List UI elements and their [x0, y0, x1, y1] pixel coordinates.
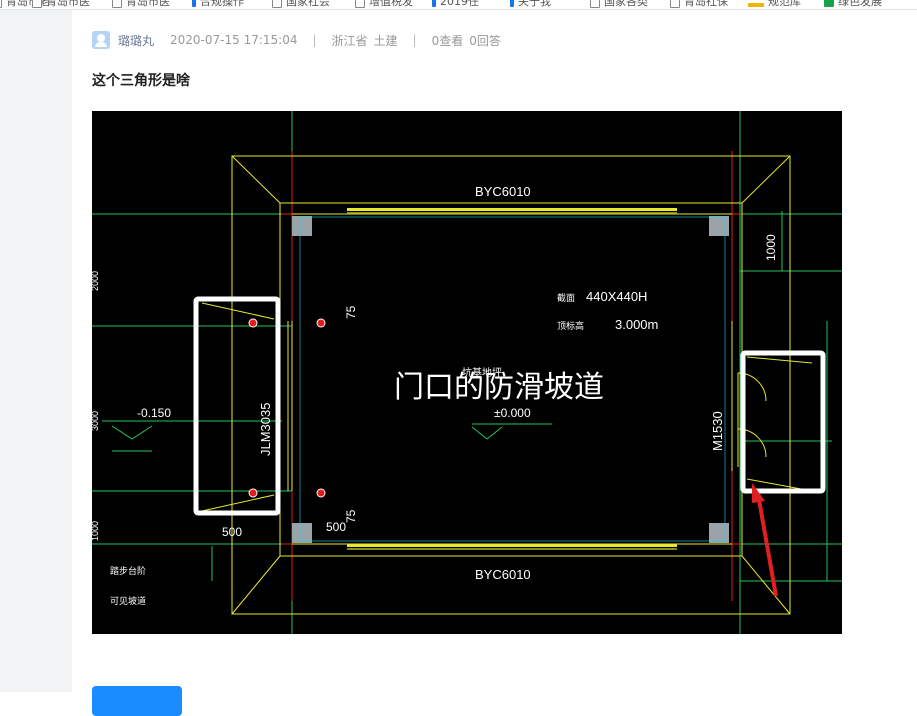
side-dim-3000: 3000 — [92, 411, 100, 431]
column-size-label: 截面 — [557, 292, 575, 303]
bookmark-bar: 青岛市老 青岛市医 青岛市医 合规操作 国家社会 增值税发 2019任 关于我 … — [0, 0, 917, 10]
post-category[interactable]: 土建 — [374, 32, 398, 49]
bookmark-item[interactable]: 青岛市医 — [32, 0, 90, 8]
height-label: 顶标高 — [557, 320, 584, 331]
page-icon — [272, 0, 282, 8]
window-label-top: BYC6010 — [475, 184, 531, 199]
author-name[interactable]: 璐璐丸 — [118, 32, 154, 49]
dim-75-bottom: 75 — [344, 509, 358, 523]
page-icon — [590, 0, 600, 8]
note-1: 踏步台阶 — [110, 565, 146, 576]
post-datetime: 2020-07-15 17:15:04 — [170, 33, 298, 47]
bookmark-item[interactable]: 增值税发 — [355, 0, 413, 8]
bookmark-item[interactable]: 青岛市医 — [112, 0, 170, 8]
level-left: -0.150 — [137, 406, 171, 420]
page-icon — [112, 0, 122, 8]
bookmark-label: 绿色发展 — [838, 0, 882, 8]
blue-bar-icon — [192, 0, 196, 7]
bookmark-item[interactable]: 绿色发展 — [824, 0, 882, 8]
post-meta: 璐璐丸 2020-07-15 17:15:04 | 浙江省 土建 | 0查看 0… — [92, 30, 501, 50]
bookmark-label: 青岛社保 — [684, 0, 728, 8]
bookmark-item[interactable]: 2019任 — [432, 0, 479, 8]
yellow-folder-icon — [748, 3, 764, 7]
column-size-value: 440X440H — [586, 289, 647, 304]
bookmark-label: 青岛市医 — [126, 0, 170, 8]
bookmark-label: 合规操作 — [200, 0, 244, 8]
answer-button[interactable] — [92, 686, 182, 716]
bookmark-label: 规范库 — [768, 0, 801, 8]
bookmark-item[interactable]: 规范库 — [748, 0, 801, 8]
bookmark-item[interactable]: 国家社会 — [272, 0, 330, 8]
meta-divider: | — [412, 33, 417, 47]
blue-bar-icon — [432, 0, 436, 7]
view-count: 0查看 — [431, 33, 464, 48]
post-region: 浙江省 — [331, 33, 368, 48]
door-label-right: M1530 — [710, 411, 725, 451]
question-title: 这个三角形是啥 — [92, 73, 190, 89]
page-icon — [670, 0, 680, 8]
overlay-caption: 门口的防滑坡道 — [394, 371, 604, 404]
window-label-bottom: BYC6010 — [475, 567, 531, 582]
dim-75-top: 75 — [344, 305, 358, 319]
blue-bar-icon — [510, 0, 514, 7]
dim-500-left: 500 — [222, 525, 242, 539]
bookmark-label: 2019任 — [440, 0, 479, 8]
page-icon — [32, 0, 42, 8]
bookmark-label: 关于我 — [518, 0, 551, 8]
page-icon — [355, 0, 365, 8]
side-dim-2000: 2000 — [92, 271, 100, 291]
door-label-left: JLM3035 — [258, 403, 273, 456]
cad-drawing-image[interactable]: BYC6010 BYC6010 截面 440X440H 顶标高 3.000m 坑… — [92, 111, 842, 634]
page-icon — [0, 0, 2, 8]
bookmark-label: 国家各类 — [604, 0, 648, 8]
bookmark-label: 国家社会 — [286, 0, 330, 8]
green-leaf-icon — [824, 0, 834, 7]
bookmark-label: 增值税发 — [369, 0, 413, 8]
avatar[interactable] — [92, 31, 110, 49]
height-value: 3.000m — [615, 317, 658, 332]
meta-divider: | — [312, 33, 317, 47]
bookmark-item[interactable]: 关于我 — [510, 0, 551, 8]
left-gutter — [0, 10, 72, 692]
question-content: 璐璐丸 2020-07-15 17:15:04 | 浙江省 土建 | 0查看 0… — [72, 10, 917, 716]
bookmark-item[interactable]: 合规操作 — [192, 0, 244, 8]
bookmark-item[interactable]: 青岛社保 — [670, 0, 728, 8]
dim-1000: 1000 — [764, 234, 778, 261]
level-center: ±0.000 — [494, 406, 531, 420]
note-2: 可见坡道 — [110, 595, 146, 606]
answer-count: 0回答 — [469, 33, 501, 48]
bookmark-label: 青岛市医 — [46, 0, 90, 8]
bookmark-item[interactable]: 国家各类 — [590, 0, 648, 8]
side-dim-1000: 1000 — [92, 521, 100, 541]
